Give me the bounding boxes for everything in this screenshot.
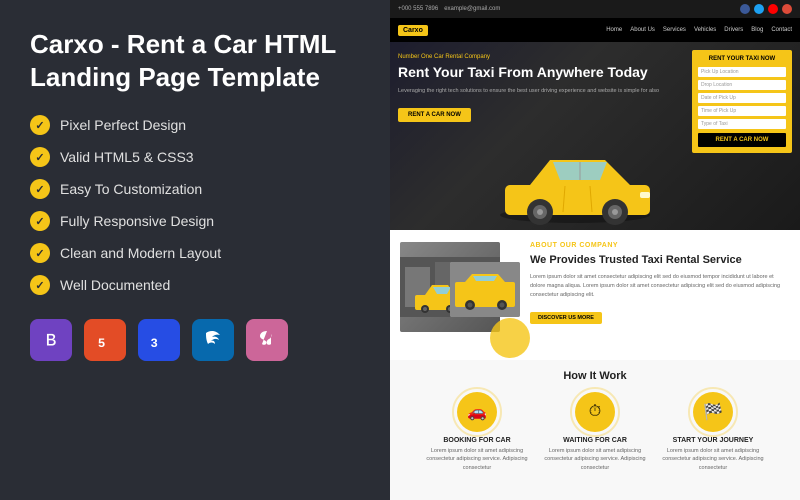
step-waiting-icon: ⏱ xyxy=(575,392,615,432)
form-type-label: Type of Taxi xyxy=(701,121,728,127)
nav-vehicles: Vehicles xyxy=(694,27,716,33)
step-journey-desc: Lorem ipsum dolor sit amet adipiscing co… xyxy=(658,447,768,472)
feature-label: Pixel Perfect Design xyxy=(60,117,186,133)
googleplus-icon xyxy=(782,4,792,14)
topbar-email: example@gmail.com xyxy=(444,6,500,12)
about-title: We Provides Trusted Taxi Rental Service xyxy=(530,253,790,267)
hero-car-image xyxy=(485,130,665,230)
hero-small-text: Number One Car Rental Company xyxy=(398,54,684,60)
check-icon xyxy=(30,115,50,135)
how-it-works-title: How It Work xyxy=(400,370,790,382)
feature-label: Valid HTML5 & CSS3 xyxy=(60,149,194,165)
about-img-secondary xyxy=(450,262,520,317)
hero-subtitle: Leveraging the right tech solutions to e… xyxy=(398,87,684,95)
bootstrap-badge xyxy=(30,319,72,361)
twitter-icon xyxy=(754,4,764,14)
step-journey-title: START YOUR JOURNEY xyxy=(658,437,768,444)
css3-badge: 3 xyxy=(138,319,180,361)
yellow-blob-decoration xyxy=(490,318,530,358)
topbar-social xyxy=(740,4,792,14)
right-panel: +000 555 7896 example@gmail.com Carxo Ho… xyxy=(390,0,800,500)
preview-hero: +000 555 7896 example@gmail.com Carxo Ho… xyxy=(390,0,800,230)
hero-cta-button[interactable]: RENT A CAR NOW xyxy=(398,108,471,122)
feature-item: Valid HTML5 & CSS3 xyxy=(30,147,360,167)
about-label: ABOUT OUR COMPANY xyxy=(530,242,790,249)
nav-logo: Carxo xyxy=(398,25,428,36)
feature-item: Well Documented xyxy=(30,275,360,295)
topbar-phone: +000 555 7896 xyxy=(398,6,438,12)
nav-contact: Contact xyxy=(771,27,792,33)
preview-about: ABOUT OUR COMPANY We Provides Trusted Ta… xyxy=(390,230,800,360)
feature-label: Easy To Customization xyxy=(60,181,202,197)
step-booking-desc: Lorem ipsum dolor sit amet adipiscing co… xyxy=(422,447,532,472)
form-date: Date of Pick Up xyxy=(698,93,786,103)
feature-label: Well Documented xyxy=(60,277,170,293)
feature-item: Pixel Perfect Design xyxy=(30,115,360,135)
nav-services: Services xyxy=(663,27,686,33)
preview-hero-content: Number One Car Rental Company Rent Your … xyxy=(390,42,800,230)
check-icon xyxy=(30,147,50,167)
step-booking: 🚗 BOOKING FOR CAR Lorem ipsum dolor sit … xyxy=(422,392,532,472)
nav-links: Home About Us Services Vehicles Drivers … xyxy=(606,27,792,33)
check-icon xyxy=(30,243,50,263)
tech-icons: 5 3 xyxy=(30,319,360,361)
feature-item: Easy To Customization xyxy=(30,179,360,199)
step-waiting-title: WAITING FOR CAR xyxy=(540,437,650,444)
preview-nav: Carxo Home About Us Services Vehicles Dr… xyxy=(390,18,800,42)
svg-text:3: 3 xyxy=(151,336,158,350)
about-desc: Lorem ipsum dolor sit amet consectetur a… xyxy=(530,273,790,299)
how-steps-list: 🚗 BOOKING FOR CAR Lorem ipsum dolor sit … xyxy=(400,392,790,472)
form-title: RENT YOUR TAXI NOW xyxy=(698,56,786,62)
form-date-label: Date of Pick Up xyxy=(701,95,736,101)
form-drop-label: Drop Location xyxy=(701,82,732,88)
youtube-icon xyxy=(768,4,778,14)
step-waiting: ⏱ WAITING FOR CAR Lorem ipsum dolor sit … xyxy=(540,392,650,472)
step-booking-title: BOOKING FOR CAR xyxy=(422,437,532,444)
nav-home: Home xyxy=(606,27,622,33)
preview-topbar: +000 555 7896 example@gmail.com xyxy=(390,0,800,18)
html5-badge: 5 xyxy=(84,319,126,361)
step-booking-icon: 🚗 xyxy=(457,392,497,432)
nav-drivers: Drivers xyxy=(724,27,743,33)
website-preview: +000 555 7896 example@gmail.com Carxo Ho… xyxy=(390,0,800,500)
main-title: Carxo - Rent a Car HTML Landing Page Tem… xyxy=(30,28,360,93)
form-time-label: Time of Pick Up xyxy=(701,108,736,114)
feature-item: Fully Responsive Design xyxy=(30,211,360,231)
form-pickup-label: Pick Up Location xyxy=(701,69,739,75)
check-icon xyxy=(30,211,50,231)
about-cta-button[interactable]: DISCOVER US MORE xyxy=(530,312,602,324)
facebook-icon xyxy=(740,4,750,14)
preview-how-it-works: How It Work 🚗 BOOKING FOR CAR Lorem ipsu… xyxy=(390,360,800,500)
step-journey: 🏁 START YOUR JOURNEY Lorem ipsum dolor s… xyxy=(658,392,768,472)
feature-label: Clean and Modern Layout xyxy=(60,245,221,261)
left-panel: Carxo - Rent a Car HTML Landing Page Tem… xyxy=(0,0,390,500)
check-icon xyxy=(30,275,50,295)
feature-label: Fully Responsive Design xyxy=(60,213,214,229)
step-journey-icon: 🏁 xyxy=(693,392,733,432)
booking-form: RENT YOUR TAXI NOW Pick Up Location Drop… xyxy=(692,50,792,153)
nav-about: About Us xyxy=(630,27,655,33)
sass-badge xyxy=(246,319,288,361)
form-type: Type of Taxi xyxy=(698,119,786,129)
features-list: Pixel Perfect Design Valid HTML5 & CSS3 Ea… xyxy=(30,115,360,295)
about-image xyxy=(400,242,520,348)
form-time: Time of Pick Up xyxy=(698,106,786,116)
hero-title: Rent Your Taxi From Anywhere Today xyxy=(398,64,684,81)
form-pickup: Pick Up Location xyxy=(698,67,786,77)
jquery-badge xyxy=(192,319,234,361)
step-waiting-desc: Lorem ipsum dolor sit amet adipiscing co… xyxy=(540,447,650,472)
svg-text:5: 5 xyxy=(98,336,105,350)
topbar-contact: +000 555 7896 example@gmail.com xyxy=(398,6,500,12)
form-drop: Drop Location xyxy=(698,80,786,90)
form-submit-button[interactable]: RENT A CAR NOW xyxy=(698,133,786,147)
nav-blog: Blog xyxy=(751,27,763,33)
about-content: ABOUT OUR COMPANY We Provides Trusted Ta… xyxy=(530,242,790,348)
feature-item: Clean and Modern Layout xyxy=(30,243,360,263)
check-icon xyxy=(30,179,50,199)
